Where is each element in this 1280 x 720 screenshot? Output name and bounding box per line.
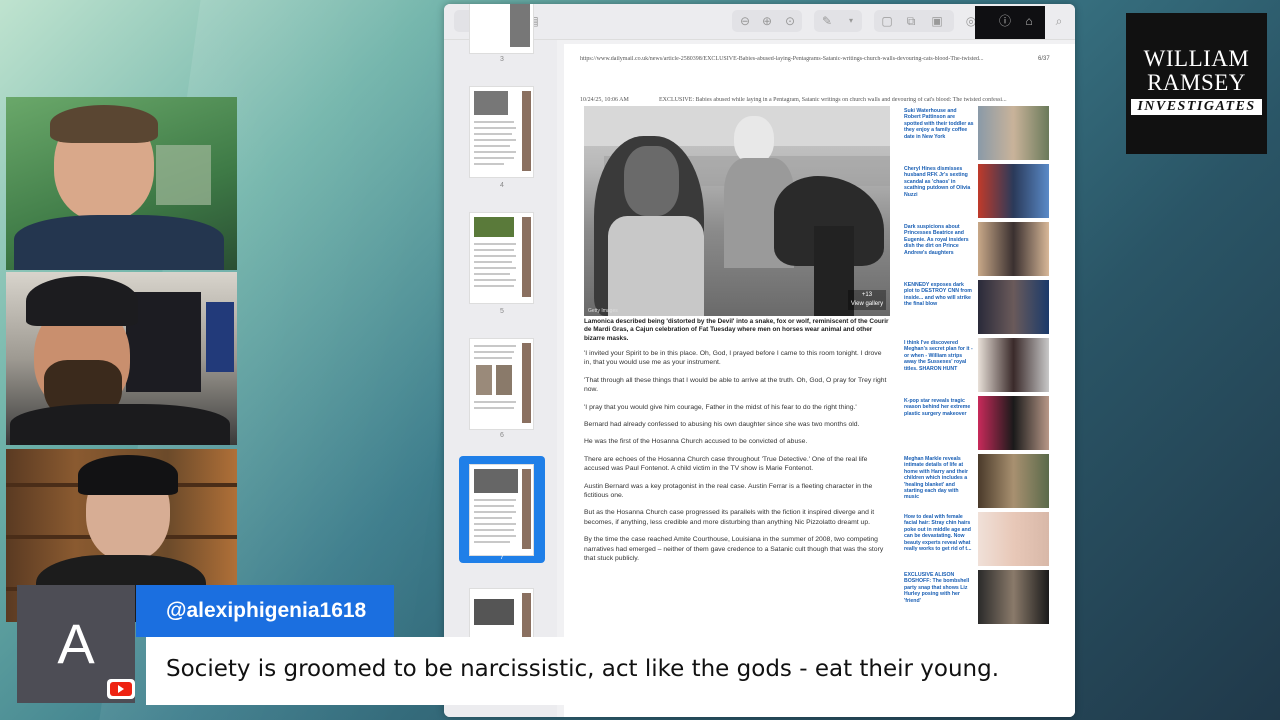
info-icon[interactable]: ⓘ bbox=[996, 12, 1014, 30]
sidebar-story[interactable]: K-pop star reveals tragic reason behind … bbox=[904, 396, 1049, 452]
sidebar-story-image[interactable] bbox=[978, 512, 1049, 566]
sidebar-story-text[interactable]: Meghan Markle reveals intimate details o… bbox=[904, 456, 974, 510]
thumbnail-page-number: 3 bbox=[500, 56, 504, 63]
article-body: 'I invited your Spirit to be in this pla… bbox=[584, 349, 890, 572]
sidebar-story[interactable]: Meghan Markle reveals intimate details o… bbox=[904, 454, 1049, 510]
page-thumbnail[interactable] bbox=[469, 338, 534, 430]
logo-line-3: INVESTIGATES bbox=[1131, 99, 1262, 115]
viewer-toolbar: ▭ ▤ ⊖ ⊕ ⊙ ✎ ▾ ▢ ⧉ ▣ ◎ ⓘ ⌂ ⌕ bbox=[444, 4, 1075, 40]
page-thumbnail-selected[interactable] bbox=[469, 464, 534, 556]
gallery-count: +13 bbox=[861, 292, 873, 298]
sidebar-story-image[interactable] bbox=[978, 570, 1049, 624]
search-icon[interactable]: ⌕ bbox=[1050, 12, 1068, 30]
article-paragraph: 'I invited your Spirit to be in this pla… bbox=[584, 350, 882, 367]
logo-line-2: RAMSEY bbox=[1147, 70, 1246, 95]
sidebar-story-text[interactable]: Suki Waterhouse and Robert Pattinson are… bbox=[904, 108, 974, 162]
thumbnail-page-number: 6 bbox=[500, 432, 504, 439]
sidebar-story-text[interactable]: K-pop star reveals tragic reason behind … bbox=[904, 398, 974, 452]
sidebar-story-text[interactable]: KENNEDY exposes dark plot to DESTROY CNN… bbox=[904, 282, 974, 336]
photo-credit: Getty Images bbox=[588, 308, 618, 314]
article-photo: Getty Images +13 View gallery bbox=[584, 106, 890, 316]
view-gallery-button[interactable]: +13 View gallery bbox=[848, 290, 886, 310]
sidebar-story[interactable]: Suki Waterhouse and Robert Pattinson are… bbox=[904, 106, 1049, 162]
article-paragraph: 'I pray that you would give him courage,… bbox=[584, 403, 857, 411]
sidebar-story[interactable]: I think I've discovered Meghan's secret … bbox=[904, 338, 1049, 394]
zoom-out-icon[interactable]: ⊖ bbox=[736, 12, 754, 30]
article-paragraph: There are echoes of the Hosanna Church c… bbox=[584, 455, 868, 473]
sidebar-story-image[interactable] bbox=[978, 280, 1049, 334]
chevron-down-icon[interactable]: ▾ bbox=[842, 12, 860, 30]
youtube-icon bbox=[107, 679, 135, 699]
sidebar-story-image[interactable] bbox=[978, 396, 1049, 450]
sidebar-story-image[interactable] bbox=[978, 164, 1049, 218]
document-page: https://www.dailymail.co.uk/news/article… bbox=[564, 44, 1075, 717]
sidebar-story-image[interactable] bbox=[978, 222, 1049, 276]
sidebar-story-text[interactable]: EXCLUSIVE ALISON BOSHOFF: The bombshell … bbox=[904, 572, 974, 626]
thumbnail-page-number: 7 bbox=[500, 554, 504, 561]
article-paragraph: By the time the case reached Amite Court… bbox=[584, 536, 884, 563]
thumbnail-page-number: 4 bbox=[500, 182, 504, 189]
webcam-guest-one bbox=[6, 272, 237, 445]
pen-icon[interactable]: ✎ bbox=[818, 12, 836, 30]
zoom-fit-icon[interactable]: ⊙ bbox=[781, 12, 799, 30]
article-paragraph: 'That through all these things that I wo… bbox=[584, 376, 887, 394]
page-url: https://www.dailymail.co.uk/news/article… bbox=[580, 56, 984, 62]
page-thumbnail[interactable] bbox=[469, 86, 534, 178]
page-date: 10/24/25, 10:06 AM bbox=[580, 97, 629, 103]
zoom-in-icon[interactable]: ⊕ bbox=[758, 12, 776, 30]
sidebar-story-image[interactable] bbox=[978, 338, 1049, 392]
page-count: 6/37 bbox=[1038, 56, 1050, 62]
page-header-title: EXCLUSIVE: Babies abused while laying in… bbox=[659, 97, 1007, 103]
sidebar-story-text[interactable]: How to deal with female facial hair: Str… bbox=[904, 514, 974, 568]
thumbnail-sidebar: 3 4 5 6 7 bbox=[444, 4, 557, 717]
sidebar-story-text[interactable]: Dark suspicions about Princesses Beatric… bbox=[904, 224, 974, 278]
gallery-label: View gallery bbox=[850, 301, 884, 307]
sidebar-story[interactable]: EXCLUSIVE ALISON BOSHOFF: The bombshell … bbox=[904, 570, 1049, 626]
article-paragraph: But as the Hosanna Church case progresse… bbox=[584, 509, 875, 526]
sidebar-story-image[interactable] bbox=[978, 454, 1049, 508]
rotate-icon[interactable]: ▢ bbox=[878, 12, 896, 30]
pdf-viewer-window: ▭ ▤ ⊖ ⊕ ⊙ ✎ ▾ ▢ ⧉ ▣ ◎ ⓘ ⌂ ⌕ 3 4 bbox=[444, 4, 1075, 717]
sidebar-story[interactable]: Dark suspicions about Princesses Beatric… bbox=[904, 222, 1049, 278]
webcam-host bbox=[6, 97, 237, 270]
thumbnail-page-number: 5 bbox=[500, 308, 504, 315]
chat-username: @alexiphigenia1618 bbox=[136, 585, 394, 637]
channel-logo: WILLIAM RAMSEY INVESTIGATES bbox=[1126, 13, 1267, 154]
page-thumbnail[interactable] bbox=[469, 4, 534, 54]
page-thumbnail[interactable] bbox=[469, 212, 534, 304]
share-icon[interactable]: ⧉ bbox=[902, 12, 920, 30]
chat-message: Society is groomed to be narcissistic, a… bbox=[146, 637, 999, 705]
markup-icon[interactable]: ▣ bbox=[928, 12, 946, 30]
lock-icon[interactable]: ⌂ bbox=[1020, 12, 1038, 30]
article-paragraph: Bernard had already confessed to abusing… bbox=[584, 421, 860, 429]
sidebar-story-text[interactable]: Cheryl Hines dismisses husband RFK Jr's … bbox=[904, 166, 974, 220]
sidebar-story-image[interactable] bbox=[978, 106, 1049, 160]
sidebar-story[interactable]: Cheryl Hines dismisses husband RFK Jr's … bbox=[904, 164, 1049, 220]
article-paragraph: He was the first of the Hosanna Church a… bbox=[584, 438, 808, 446]
photo-caption: Lamonica described being 'distorted by t… bbox=[584, 318, 889, 342]
logo-line-1: WILLIAM bbox=[1143, 46, 1250, 71]
sidebar-story[interactable]: How to deal with female facial hair: Str… bbox=[904, 512, 1049, 568]
sidebar-story-text[interactable]: I think I've discovered Meghan's secret … bbox=[904, 340, 974, 394]
sidebar-story[interactable]: KENNEDY exposes dark plot to DESTROY CNN… bbox=[904, 280, 1049, 336]
article-paragraph: Austin Bernard was a key protagonist in … bbox=[584, 482, 873, 500]
